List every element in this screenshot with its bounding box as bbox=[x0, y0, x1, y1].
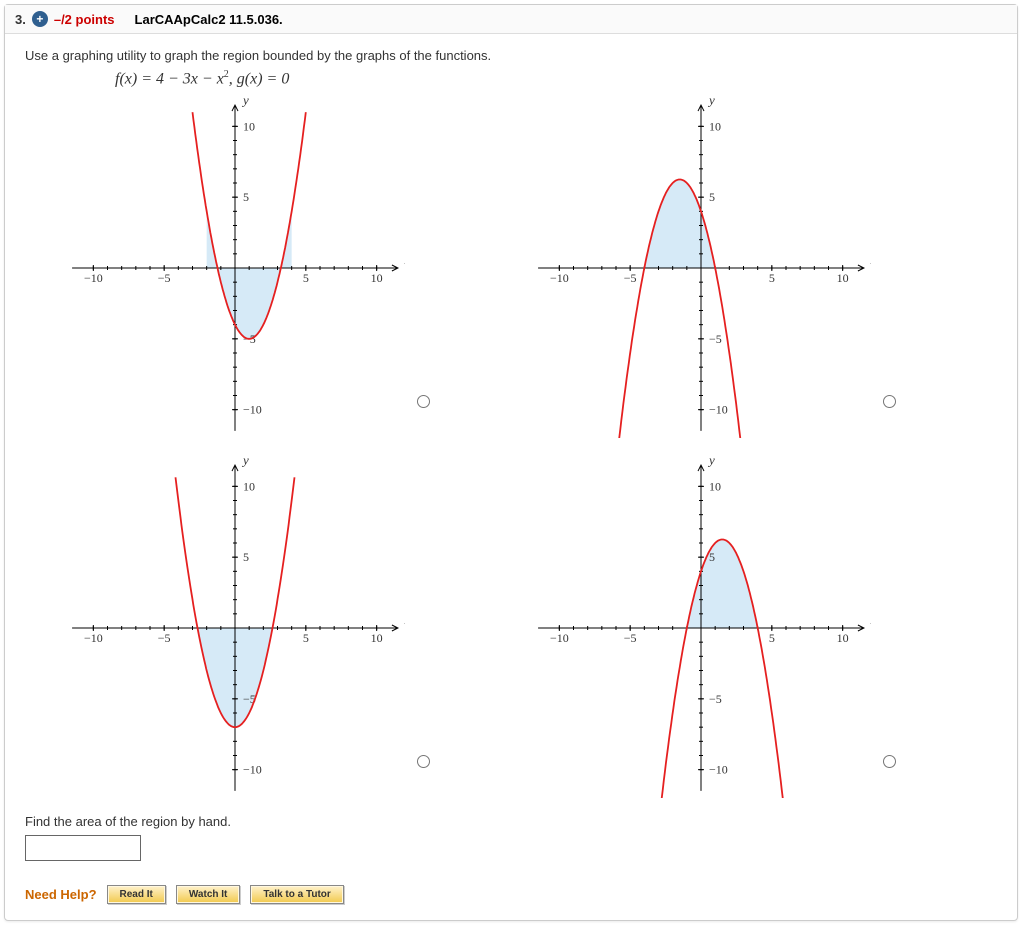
area-prompt: Find the area of the region by hand. bbox=[25, 814, 997, 829]
svg-text:5: 5 bbox=[243, 190, 249, 204]
chart-b: −10 −5 5 10 −10 −5 5 10 x y bbox=[531, 98, 871, 438]
svg-text:5: 5 bbox=[709, 550, 715, 564]
chart-d: −10 −5 5 10 −10 −5 5 10 x y bbox=[531, 458, 871, 798]
svg-text:5: 5 bbox=[303, 271, 309, 285]
question-number: 3. bbox=[15, 12, 26, 27]
plus-icon[interactable]: + bbox=[32, 11, 48, 27]
chart-c: −10−5510−10−5510xy bbox=[65, 458, 405, 798]
svg-text:10: 10 bbox=[371, 271, 383, 285]
svg-text:5: 5 bbox=[769, 271, 775, 285]
option-a: −10−5510−10−5510xy bbox=[65, 98, 491, 438]
option-b: −10 −5 5 10 −10 −5 5 10 x y bbox=[531, 98, 957, 438]
svg-text:−5: −5 bbox=[158, 631, 171, 645]
chart-b-svg: −10 −5 5 10 −10 −5 5 10 x y bbox=[531, 98, 871, 438]
option-c: −10−5510−10−5510xy bbox=[65, 458, 491, 798]
svg-text:10: 10 bbox=[709, 480, 721, 494]
svg-text:−10: −10 bbox=[243, 763, 262, 777]
svg-text:−5: −5 bbox=[158, 271, 171, 285]
area-input[interactable] bbox=[25, 835, 141, 861]
points-display: –/2 points bbox=[54, 12, 115, 27]
chart-a-svg: −10−5510−10−5510xy bbox=[65, 98, 405, 438]
svg-text:10: 10 bbox=[371, 631, 383, 645]
radio-b[interactable] bbox=[883, 395, 896, 408]
svg-text:10: 10 bbox=[837, 631, 849, 645]
svg-text:y: y bbox=[707, 458, 715, 467]
svg-text:−10: −10 bbox=[550, 631, 569, 645]
svg-text:10: 10 bbox=[243, 120, 255, 134]
svg-text:x: x bbox=[404, 252, 405, 267]
question-container: 3. + –/2 points LarCAApCalc2 11.5.036. U… bbox=[4, 4, 1018, 921]
svg-text:10: 10 bbox=[709, 120, 721, 134]
svg-text:−10: −10 bbox=[550, 271, 569, 285]
svg-text:x: x bbox=[870, 612, 871, 627]
svg-text:y: y bbox=[241, 98, 249, 107]
help-row: Need Help? Read It Watch It Talk to a Tu… bbox=[25, 885, 997, 904]
read-it-button[interactable]: Read It bbox=[107, 885, 166, 904]
svg-text:5: 5 bbox=[303, 631, 309, 645]
eq-f: f(x) = 4 − 3x − x bbox=[115, 70, 224, 87]
question-header: 3. + –/2 points LarCAApCalc2 11.5.036. bbox=[5, 5, 1017, 34]
eq-g: , g(x) = 0 bbox=[229, 70, 290, 87]
chart-d-svg: −10 −5 5 10 −10 −5 5 10 x y bbox=[531, 458, 871, 798]
svg-text:−5: −5 bbox=[624, 271, 637, 285]
equation-display: f(x) = 4 − 3x − x2, g(x) = 0 bbox=[115, 69, 997, 88]
svg-text:10: 10 bbox=[837, 271, 849, 285]
svg-text:x: x bbox=[870, 252, 871, 267]
watch-it-button[interactable]: Watch It bbox=[176, 885, 241, 904]
talk-to-tutor-button[interactable]: Talk to a Tutor bbox=[250, 885, 343, 904]
svg-text:y: y bbox=[707, 98, 715, 107]
need-help-label: Need Help? bbox=[25, 887, 97, 902]
question-prompt: Use a graphing utility to graph the regi… bbox=[25, 48, 997, 63]
svg-text:−10: −10 bbox=[84, 631, 103, 645]
svg-text:y: y bbox=[241, 458, 249, 467]
svg-text:5: 5 bbox=[709, 190, 715, 204]
svg-text:−10: −10 bbox=[84, 271, 103, 285]
chart-c-svg: −10−5510−10−5510xy bbox=[65, 458, 405, 798]
radio-c[interactable] bbox=[417, 755, 430, 768]
chart-a: −10−5510−10−5510xy bbox=[65, 98, 405, 438]
radio-a[interactable] bbox=[417, 395, 430, 408]
question-body: Use a graphing utility to graph the regi… bbox=[5, 34, 1017, 920]
options-grid: −10 −5 5 10 −10 −5 5 10 x y −10 −5 5 10 −10 −5 5 10 x y −1… bbox=[65, 98, 957, 798]
svg-text:5: 5 bbox=[243, 550, 249, 564]
svg-text:−10: −10 bbox=[709, 763, 728, 777]
svg-text:5: 5 bbox=[769, 631, 775, 645]
svg-text:x: x bbox=[404, 612, 405, 627]
svg-text:−10: −10 bbox=[709, 403, 728, 417]
radio-d[interactable] bbox=[883, 755, 896, 768]
svg-text:−10: −10 bbox=[243, 403, 262, 417]
question-reference: LarCAApCalc2 11.5.036. bbox=[135, 12, 283, 27]
svg-text:−5: −5 bbox=[624, 631, 637, 645]
svg-text:−5: −5 bbox=[709, 332, 722, 346]
svg-text:10: 10 bbox=[243, 480, 255, 494]
svg-text:−5: −5 bbox=[709, 692, 722, 706]
option-d: −10 −5 5 10 −10 −5 5 10 x y bbox=[531, 458, 957, 798]
